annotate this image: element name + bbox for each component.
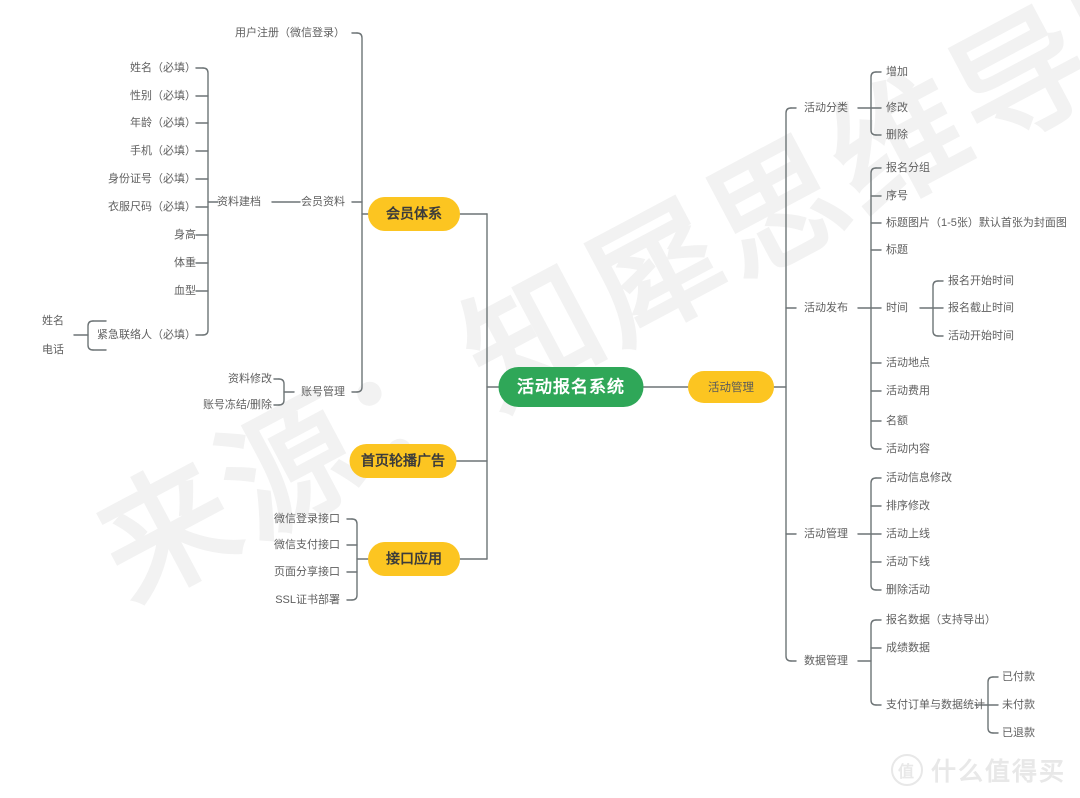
node-actmgr-child-4[interactable]: 删除活动 [886, 582, 930, 596]
node-archive-field-9[interactable]: 紧急联络人（必填） [97, 327, 196, 341]
node-category-child-1[interactable]: 修改 [886, 100, 908, 114]
node-data-child-1[interactable]: 成绩数据 [886, 640, 930, 654]
node-archive-field-0[interactable]: 姓名（必填） [130, 60, 196, 74]
node-category-child-2[interactable]: 删除 [886, 127, 908, 141]
node-member-system[interactable]: 会员体系 [368, 197, 460, 231]
node-api-child-0[interactable]: 微信登录接口 [274, 511, 340, 525]
node-api-child-1[interactable]: 微信支付接口 [274, 537, 340, 551]
node-zhanghaoguanli[interactable]: 账号管理 [301, 384, 345, 398]
node-payment-child-1[interactable]: 未付款 [1002, 697, 1035, 711]
node-api-child-2[interactable]: 页面分享接口 [274, 564, 340, 578]
node-api-child-3[interactable]: SSL证书部署 [275, 592, 340, 606]
node-archive-field-7[interactable]: 体重 [174, 255, 196, 269]
brand-watermark: 值 什么值得买 [890, 752, 1066, 788]
node-archive-field-6[interactable]: 身高 [174, 227, 196, 241]
brand-label: 什么值得买 [930, 758, 1066, 786]
node-payment-child-2[interactable]: 已退款 [1002, 725, 1035, 739]
node-actmgr-child-2[interactable]: 活动上线 [886, 526, 930, 540]
node-huiyuanziliao[interactable]: 会员资料 [301, 194, 345, 208]
node-publish-child-5[interactable]: 活动地点 [886, 356, 930, 369]
node-payment-child-0[interactable]: 已付款 [1002, 669, 1035, 683]
node-time-child-0[interactable]: 报名开始时间 [948, 273, 1014, 287]
node-time-child-1[interactable]: 报名截止时间 [948, 300, 1014, 314]
node-archive-field-1[interactable]: 性别（必填） [130, 88, 196, 102]
node-emergency-contact-0[interactable]: 姓名 [42, 313, 64, 327]
node-huodongfenlei[interactable]: 活动分类 [804, 100, 848, 114]
node-api-apps[interactable]: 接口应用 [368, 542, 460, 576]
node-publish-child-1[interactable]: 序号 [886, 188, 908, 202]
node-api-apps-label: 接口应用 [386, 551, 442, 567]
node-root-label: 活动报名系统 [517, 376, 625, 396]
node-shujuguanli[interactable]: 数据管理 [804, 653, 848, 667]
node-publish-child-0[interactable]: 报名分组 [886, 160, 930, 174]
node-homepage-ads[interactable]: 首页轮播广告 [349, 444, 457, 478]
node-actmgr-child-1[interactable]: 排序修改 [886, 498, 930, 512]
node-actmgr-child-3[interactable]: 活动下线 [886, 554, 930, 568]
node-archive-field-2[interactable]: 年龄（必填） [130, 115, 196, 129]
node-layer: 姓名（必填） 性别（必填） 年龄（必填） 手机（必填） 身份证号（必填） 衣服尺码（必填）… [42, 25, 1067, 739]
node-archive-field-8[interactable]: 血型 [174, 283, 196, 297]
mindmap-canvas: 来源：知犀思维导图 姓名（必填） 性别（必填） 年龄（必填） 手机（必填） 身份证号（必… [0, 0, 1080, 798]
node-actmgr-child-0[interactable]: 活动信息修改 [886, 470, 952, 484]
node-homepage-ads-label: 首页轮播广告 [361, 453, 445, 469]
node-time-child-2[interactable]: 活动开始时间 [948, 328, 1014, 342]
node-archive-field-5[interactable]: 衣服尺码（必填） [108, 199, 196, 213]
node-account-child-1[interactable]: 账号冻结/删除 [203, 397, 272, 411]
node-account-child-0[interactable]: 资料修改 [228, 371, 272, 385]
node-archive-field-4[interactable]: 身份证号（必填） [108, 171, 196, 185]
node-publish-child-2[interactable]: 标题图片（1-5张）默认首张为封面图 [886, 215, 1067, 229]
node-publish-child-6[interactable]: 活动费用 [886, 384, 930, 397]
node-root[interactable]: 活动报名系统 [498, 367, 644, 407]
node-huodongguanli-sub[interactable]: 活动管理 [804, 526, 848, 540]
node-emergency-contact-1[interactable]: 电话 [42, 343, 64, 356]
node-publish-child-8[interactable]: 活动内容 [886, 441, 930, 455]
node-ziliaojiandang[interactable]: 资料建档 [217, 194, 261, 208]
node-data-child-2[interactable]: 支付订单与数据统计 [886, 697, 985, 711]
node-archive-field-3[interactable]: 手机（必填） [130, 143, 196, 157]
node-activity-management-label: 活动管理 [708, 380, 754, 394]
node-activity-management[interactable]: 活动管理 [688, 371, 774, 403]
node-huodongfabu[interactable]: 活动发布 [804, 300, 848, 314]
node-category-child-0[interactable]: 增加 [886, 64, 908, 78]
node-data-child-0[interactable]: 报名数据（支持导出） [886, 612, 996, 626]
node-user-register[interactable]: 用户注册（微信登录） [235, 25, 345, 39]
node-member-system-label: 会员体系 [386, 206, 442, 222]
node-publish-child-4[interactable]: 时间 [886, 301, 908, 314]
brand-badge-icon: 值 [890, 754, 923, 786]
node-publish-child-3[interactable]: 标题 [886, 242, 908, 256]
node-publish-child-7[interactable]: 名额 [886, 413, 908, 427]
